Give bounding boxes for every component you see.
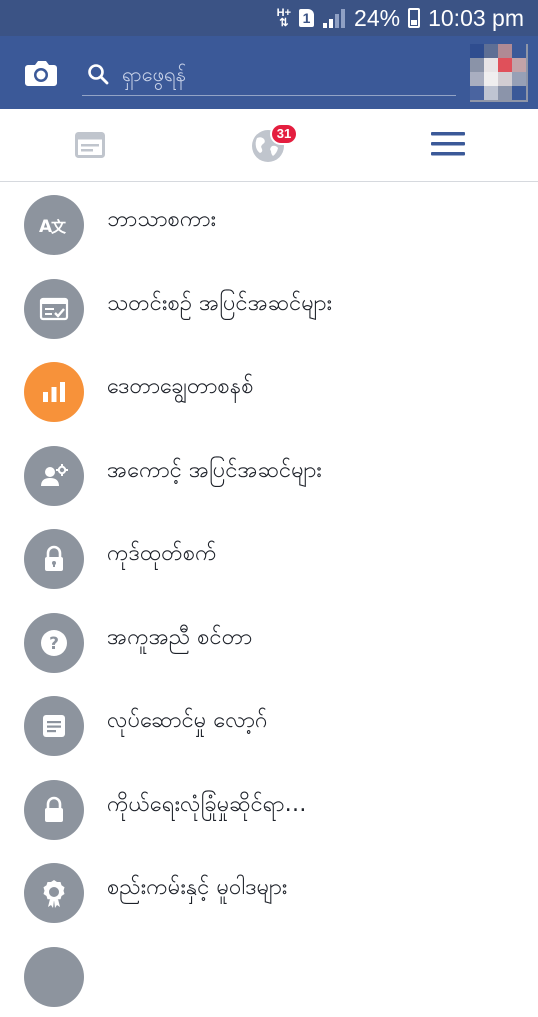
settings-menu-list: A 文 ဘာသာစကား သတင်းစဉ် အပြင်အဆင်များ bbox=[0, 182, 538, 1017]
menu-item-help-center[interactable]: ? အကူအညီ စင်တာ bbox=[0, 600, 538, 684]
menu-item-label: စည်းကမ်းနှင့် မူဝါဒများ bbox=[107, 872, 287, 905]
battery-percentage: 24% bbox=[354, 5, 400, 32]
menu-item-label: ကုဒ်ထုတ်စက် bbox=[107, 538, 217, 571]
data-arrows: ⇅ bbox=[277, 18, 291, 28]
menu-item-terms-policies[interactable]: စည်းကမ်းနှင့် မူဝါဒများ bbox=[0, 850, 538, 934]
menu-item-language[interactable]: A 文 ဘာသာစကား bbox=[0, 182, 538, 266]
privacy-shortcuts-icon bbox=[24, 780, 84, 840]
profile-avatar[interactable] bbox=[470, 44, 528, 102]
app-header bbox=[0, 36, 538, 109]
menu-item-code-generator[interactable]: ကုဒ်ထုတ်စက် bbox=[0, 516, 538, 600]
status-icons: H+ ⇅ 1 24% 10:03 pm bbox=[277, 0, 524, 36]
menu-item-news-feed-preferences[interactable]: သတင်းစဉ် အပြင်အဆင်များ bbox=[0, 266, 538, 350]
camera-icon[interactable] bbox=[24, 58, 58, 88]
menu-item-data-saver[interactable]: ဒေတာချွေတာစနစ် bbox=[0, 349, 538, 433]
menu-item-label: အကောင့် အပြင်အဆင်များ bbox=[107, 455, 322, 488]
notification-count-badge: 31 bbox=[270, 123, 298, 145]
signal-icon bbox=[322, 8, 346, 28]
menu-item-label: ကိုယ်ရေးလုံခြုံမှုဆိုင်ရာ… bbox=[107, 789, 306, 822]
tab-menu[interactable] bbox=[358, 109, 537, 181]
help-center-icon: ? bbox=[24, 613, 84, 673]
hamburger-menu-icon bbox=[431, 130, 465, 158]
language-icon: A 文 bbox=[24, 195, 84, 255]
tab-bar: 31 bbox=[0, 109, 538, 182]
menu-item-label: ဘာသာစကား bbox=[107, 204, 216, 237]
menu-item-label: လုပ်ဆောင်မှု လော့ဂ် bbox=[107, 705, 268, 738]
battery-icon bbox=[408, 8, 420, 28]
menu-item-account-settings[interactable]: အကောင့် အပြင်အဆင်များ bbox=[0, 433, 538, 517]
news-feed-settings-icon bbox=[24, 279, 84, 339]
data-saver-icon bbox=[24, 362, 84, 422]
code-generator-icon bbox=[24, 529, 84, 589]
svg-text:?: ? bbox=[49, 634, 59, 654]
network-type-icon: H+ ⇅ bbox=[277, 8, 291, 28]
status-bar: H+ ⇅ 1 24% 10:03 pm bbox=[0, 0, 538, 36]
more-icon bbox=[24, 947, 84, 1007]
search-input[interactable] bbox=[122, 57, 442, 91]
terms-policies-icon bbox=[24, 863, 84, 923]
tab-news-feed[interactable] bbox=[0, 109, 179, 181]
clock: 10:03 pm bbox=[428, 5, 524, 32]
account-settings-icon bbox=[24, 446, 84, 506]
tab-notifications[interactable] bbox=[179, 109, 358, 181]
svg-text:文: 文 bbox=[51, 218, 67, 236]
search-icon bbox=[87, 63, 109, 85]
sim-icon: 1 bbox=[299, 9, 314, 27]
menu-item-activity-log[interactable]: လုပ်ဆောင်မှု လော့ဂ် bbox=[0, 683, 538, 767]
activity-log-icon bbox=[24, 696, 84, 756]
menu-item-partial[interactable] bbox=[0, 934, 538, 1017]
menu-item-label: ဒေတာချွေတာစနစ် bbox=[107, 371, 254, 404]
menu-item-privacy-shortcuts[interactable]: ကိုယ်ရေးလုံခြုံမှုဆိုင်ရာ… bbox=[0, 767, 538, 851]
menu-item-label: အကူအညီ စင်တာ bbox=[107, 622, 252, 655]
news-feed-icon bbox=[75, 132, 105, 158]
search-bar[interactable] bbox=[82, 55, 456, 96]
menu-item-label: သတင်းစဉ် အပြင်အဆင်များ bbox=[107, 288, 332, 321]
